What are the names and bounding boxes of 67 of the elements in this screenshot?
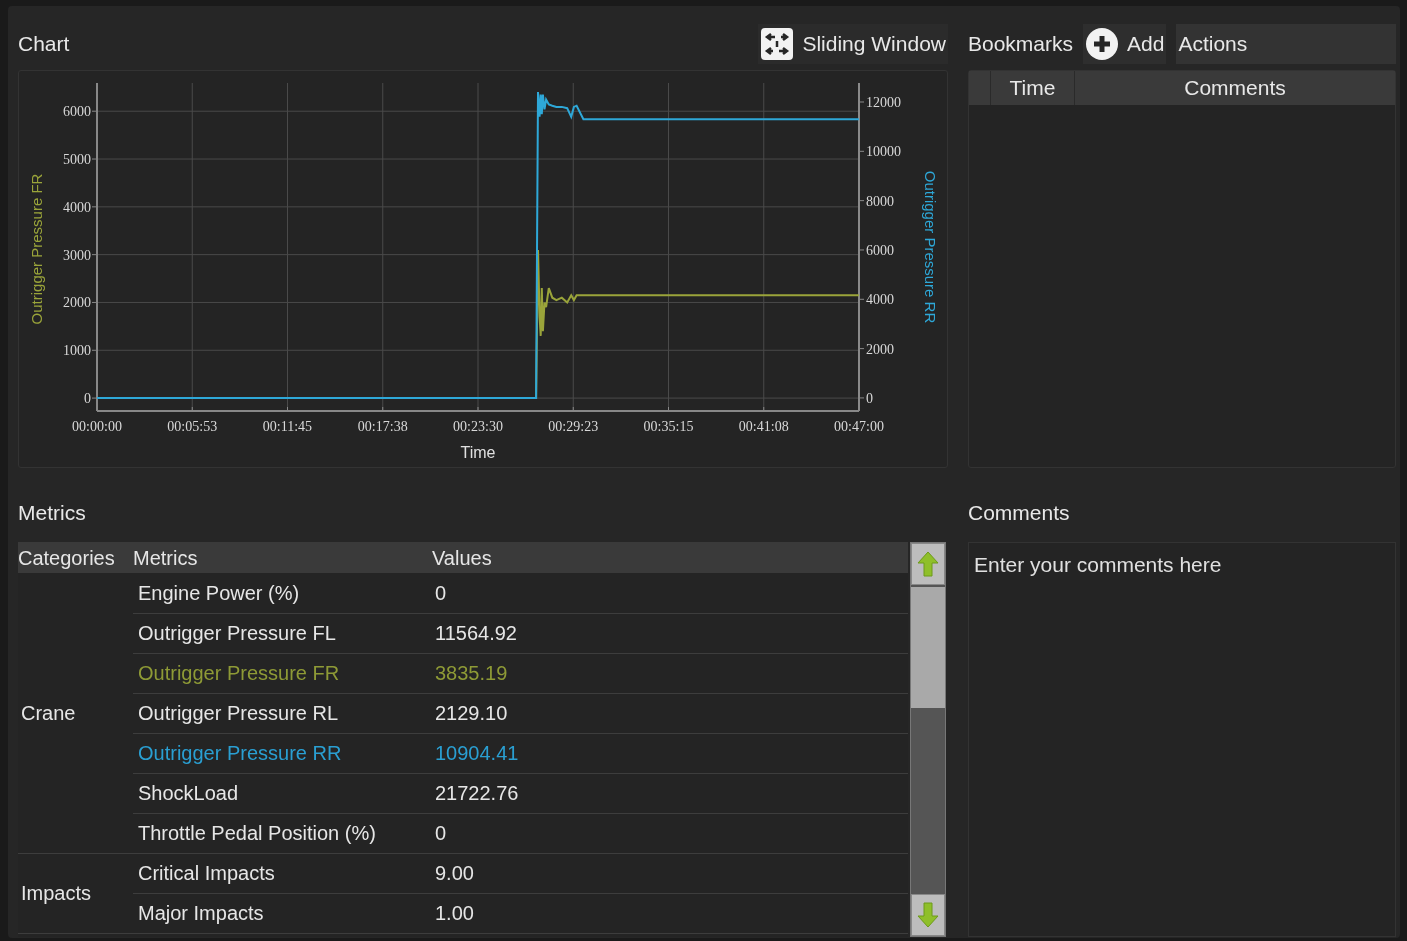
actions-button[interactable]: Actions xyxy=(1176,24,1396,64)
panel-title: Metrics xyxy=(18,499,86,526)
table-cell: Outrigger Pressure FL xyxy=(133,613,430,653)
axis-tick-label: 0 xyxy=(84,391,91,407)
plus-icon xyxy=(1085,27,1120,61)
axis-tick-label: 0 xyxy=(866,390,873,406)
axis-tick-label: 6000 xyxy=(866,242,894,258)
table-cell: ShockLoad xyxy=(133,773,430,813)
panel-title: Bookmarks xyxy=(968,31,1074,58)
axis-tick-label: 00:17:38 xyxy=(357,419,408,434)
axis-tick-label: 3000 xyxy=(63,247,91,263)
axis-tick-label: 00:23:30 xyxy=(453,419,503,434)
table-cell: Outrigger Pressure FR xyxy=(133,653,430,693)
axis-tick-label: 00:35:15 xyxy=(643,419,694,434)
comments-field[interactable]: Enter your comments here xyxy=(968,542,1396,937)
axis-tick-label: 00:11:45 xyxy=(262,419,313,434)
up-arrow-icon xyxy=(917,551,939,577)
category-label: Crane xyxy=(21,701,76,724)
table-cell: 3835.19 xyxy=(430,653,908,693)
axis-tick-label: 8000 xyxy=(866,193,894,209)
table-cell: Outrigger Pressure RL xyxy=(133,693,430,733)
table-cell: 21722.76 xyxy=(430,773,908,813)
table-cell: Engine Power (%) xyxy=(133,573,430,613)
table-cell: Major Impacts xyxy=(133,893,430,933)
axis-tick-label: 00:47:00 xyxy=(834,419,884,434)
axis-tick-label: 5000 xyxy=(63,152,91,167)
axis-title: Outrigger Pressure RR xyxy=(922,170,939,324)
axis-tick-label: 2000 xyxy=(63,295,91,311)
column-header[interactable]: Values xyxy=(430,542,908,573)
panel-title: Chart xyxy=(18,31,70,58)
column-header[interactable]: Categories xyxy=(18,542,133,573)
axis-tick-label: 2000 xyxy=(866,341,894,357)
column-header[interactable]: Time xyxy=(991,71,1075,105)
down-arrow-icon xyxy=(917,902,939,928)
table-cell: 10904.41 xyxy=(430,733,908,773)
panel-title: Comments xyxy=(968,499,1070,526)
column-header[interactable]: Metrics xyxy=(133,542,430,573)
category-label: Impacts xyxy=(21,882,92,904)
axis-tick-label: 1000 xyxy=(63,343,91,359)
scrollbar[interactable] xyxy=(910,542,946,937)
table-cell: 2129.10 xyxy=(430,693,908,733)
axis-tick-label: 12000 xyxy=(866,95,901,110)
scroll-thumb[interactable] xyxy=(911,587,945,708)
sliding-window-button[interactable]: Sliding Window xyxy=(758,24,948,64)
axis-tick-label: 00:00:00 xyxy=(72,419,122,434)
axis-title: Time xyxy=(460,444,496,461)
table-cell: 0 xyxy=(430,573,908,613)
axis-tick-label: 00:41:08 xyxy=(738,419,789,434)
axis-tick-label: 10000 xyxy=(866,144,901,160)
axis-title: Outrigger Pressure FR xyxy=(28,173,45,325)
table-cell: Outrigger Pressure RR xyxy=(133,733,430,773)
table-cell: Throttle Pedal Position (%) xyxy=(133,813,430,853)
sliding-window-icon xyxy=(760,27,795,61)
axis-tick-label: 4000 xyxy=(63,199,91,215)
table-cell: 9.00 xyxy=(430,853,908,893)
table-cell: 0 xyxy=(430,813,908,853)
axis-tick-label: 6000 xyxy=(63,104,91,120)
axis-tick-label: 4000 xyxy=(866,292,894,308)
table-cell: 1.00 xyxy=(430,893,908,933)
add-button[interactable]: Add xyxy=(1083,24,1167,64)
scroll-up-button[interactable] xyxy=(911,543,945,585)
axis-tick-label: 00:05:53 xyxy=(167,419,218,434)
table-cell: Critical Impacts xyxy=(133,853,430,893)
scroll-down-button[interactable] xyxy=(911,894,945,936)
table-cell: 11564.92 xyxy=(430,613,908,653)
column-header[interactable]: Comments xyxy=(1075,71,1395,105)
axis-tick-label: 00:29:23 xyxy=(548,419,599,434)
